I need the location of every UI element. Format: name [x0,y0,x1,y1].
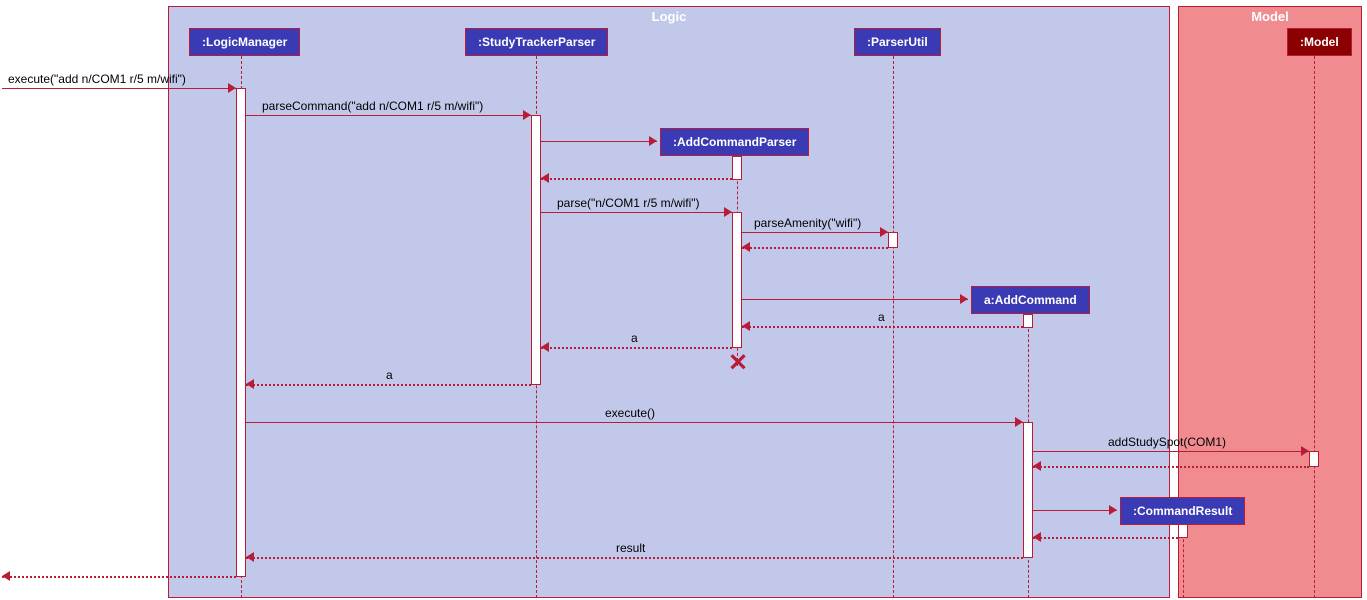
participant-add-command: a:AddCommand [971,286,1090,314]
arrow-create-command-result [1109,505,1117,515]
label-return-a2: a [631,331,638,345]
label-execute1: execute("add n/COM1 r/5 m/wifi") [8,72,186,86]
activation-model [1309,451,1319,467]
msg-create-acp [541,141,657,142]
msg-return-a3 [246,384,531,386]
arrow-execute2 [1015,417,1023,427]
msg-parse-amenity [742,232,888,233]
package-model-label: Model [1251,9,1289,24]
label-parse-amenity: parseAmenity("wifi") [754,216,861,230]
label-parse-command: parseCommand("add n/COM1 r/5 m/wifi") [262,99,483,113]
msg-create-command-result [1033,510,1117,511]
lifeline-model [1314,56,1315,598]
destroy-add-command-parser: ✕ [728,349,748,378]
arrow-create-acp [649,136,657,146]
package-logic-label: Logic [652,9,687,24]
label-result: result [616,541,645,555]
msg-parse-command [246,115,531,116]
arrow-final-return [2,571,10,581]
participant-parser-util: :ParserUtil [854,28,941,56]
arrow-execute1 [228,83,236,93]
msg-create-add-command [742,299,968,300]
label-add-study-spot: addStudySpot(COM1) [1108,435,1226,449]
arrow-return-a3 [246,379,254,389]
participant-model: :Model [1287,28,1352,56]
participant-logic-manager: :LogicManager [189,28,300,56]
arrow-parse-amenity [880,227,888,237]
msg-return-a2 [541,347,732,349]
msg-return-add-study-spot [1033,466,1309,468]
arrow-return-a2 [541,342,549,352]
msg-return-parse-amenity [742,247,888,249]
msg-return-acp-create [541,178,732,180]
msg-execute1 [2,88,236,89]
arrow-add-study-spot [1301,446,1309,456]
arrow-return-a1 [742,321,750,331]
msg-return-command-result [1033,537,1178,539]
arrow-result [246,552,254,562]
arrow-return-add-study-spot [1033,461,1041,471]
activation-parser-util [888,232,898,248]
arrow-create-add-command [960,294,968,304]
participant-study-tracker-parser: :StudyTrackerParser [465,28,608,56]
activation-command-result [1178,524,1188,538]
msg-result [246,557,1023,559]
arrow-return-acp-create [541,173,549,183]
msg-parse [541,212,732,213]
participant-command-result: :CommandResult [1120,497,1245,525]
msg-add-study-spot [1033,451,1309,452]
arrow-parse-command [523,110,531,120]
label-parse: parse("n/COM1 r/5 m/wifi") [557,196,700,210]
activation-add-command-parser-1 [732,156,742,180]
msg-final-return [2,576,236,578]
activation-add-command-parser-2 [732,212,742,348]
label-execute2: execute() [605,406,655,420]
arrow-return-command-result [1033,532,1041,542]
arrow-parse [724,207,732,217]
activation-study-tracker-parser [531,115,541,385]
participant-add-command-parser: :AddCommandParser [660,128,809,156]
arrow-return-parse-amenity [742,242,750,252]
activation-add-command-1 [1023,314,1033,328]
activation-logic-manager [236,88,246,577]
msg-execute2 [246,422,1023,423]
label-return-a1: a [878,310,885,324]
msg-return-a1 [742,326,1023,328]
activation-add-command-2 [1023,422,1033,558]
label-return-a3: a [386,368,393,382]
